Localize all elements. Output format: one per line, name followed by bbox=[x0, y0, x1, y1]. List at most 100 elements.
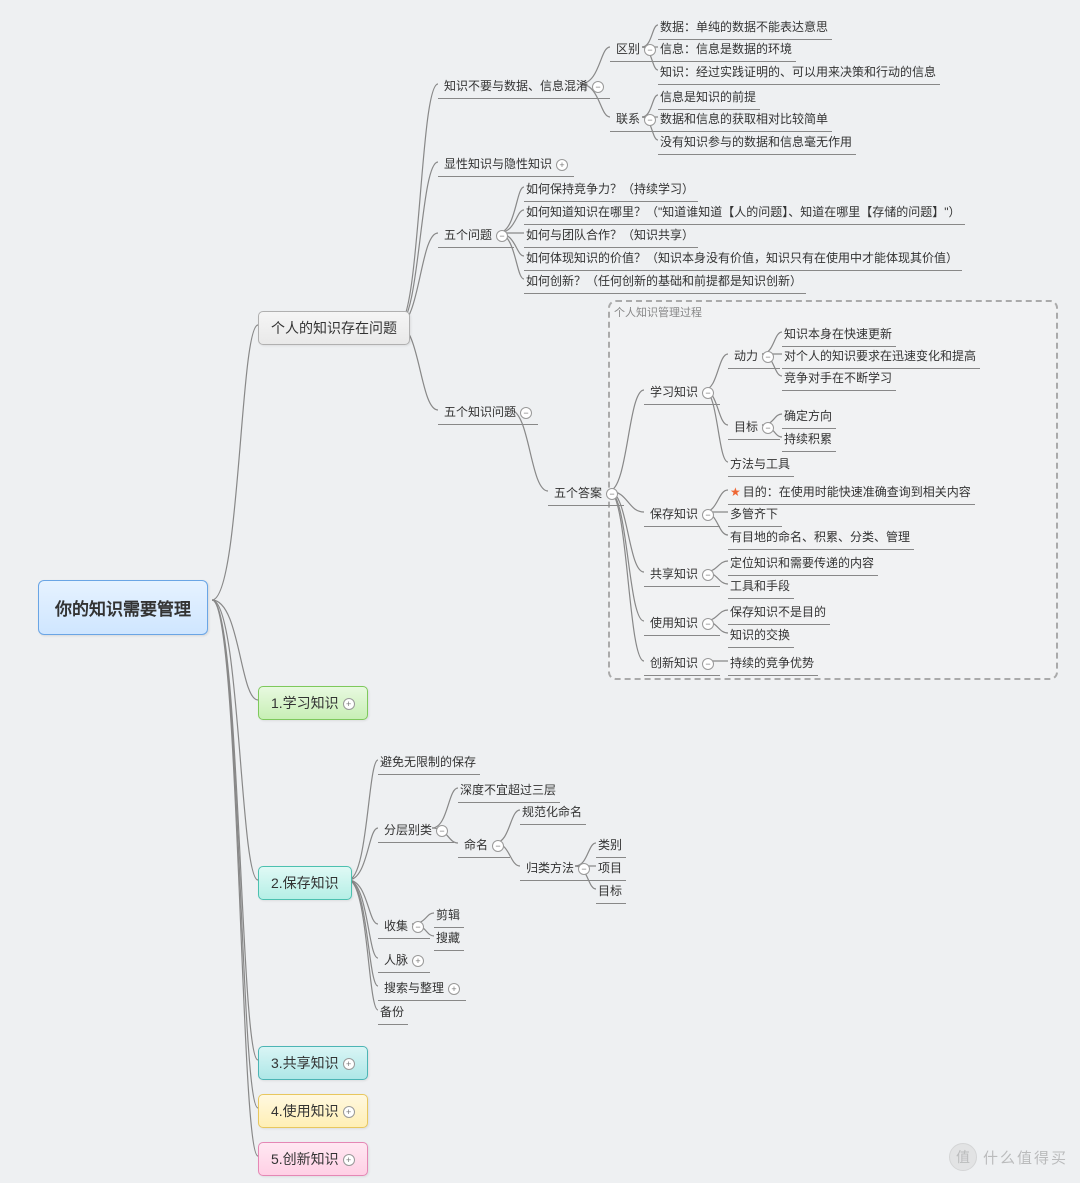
collapse-icon[interactable]: − bbox=[644, 44, 656, 56]
collapse-icon[interactable]: − bbox=[702, 618, 714, 630]
leaf-i1: 持续的竞争优势 bbox=[728, 652, 818, 676]
leaf-u1: 保存知识不是目的 bbox=[728, 601, 830, 625]
leaf-proj: 项目 bbox=[596, 857, 626, 881]
node-five-knowledge-problems[interactable]: 五个知识问题− bbox=[438, 401, 538, 425]
branch-share[interactable]: 3.共享知识+ bbox=[258, 1046, 368, 1080]
leaf-rel-1: 信息是知识的前提 bbox=[658, 86, 760, 110]
collapse-icon[interactable]: − bbox=[436, 825, 448, 837]
leaf-sh2: 工具和手段 bbox=[728, 575, 794, 599]
leaf-q3: 如何与团队合作？（知识共享） bbox=[524, 224, 698, 248]
branch-use[interactable]: 4.使用知识 + bbox=[258, 1094, 368, 1128]
boundary-label: 个人知识管理过程 bbox=[614, 304, 702, 320]
leaf-s3: 有目地的命名、积累、分类、管理 bbox=[728, 526, 914, 550]
label: 显性知识与隐性知识 bbox=[444, 157, 552, 171]
collapse-icon[interactable]: − bbox=[592, 81, 604, 93]
label: 归类方法 bbox=[526, 861, 574, 875]
leaf-fangfa: 方法与工具 bbox=[728, 453, 794, 477]
label: 五个答案 bbox=[554, 486, 602, 500]
leaf-d2: 对个人的知识要求在迅速变化和提高 bbox=[782, 345, 980, 369]
label: 使用知识 bbox=[650, 616, 698, 630]
expand-icon[interactable]: + bbox=[556, 159, 568, 171]
leaf-fav: 搜藏 bbox=[434, 927, 464, 951]
watermark-text: 什么值得买 bbox=[983, 1147, 1068, 1168]
label: 五个问题 bbox=[444, 228, 492, 242]
label: 5.创新知识 bbox=[271, 1151, 339, 1167]
node-ans-innovate[interactable]: 创新知识− bbox=[644, 652, 720, 676]
label: 知识不要与数据、信息混淆 bbox=[444, 79, 588, 93]
collapse-icon[interactable]: − bbox=[412, 921, 424, 933]
label: 动力 bbox=[734, 349, 758, 363]
node-search[interactable]: 搜索与整理 + bbox=[378, 977, 466, 1001]
collapse-icon[interactable]: − bbox=[702, 387, 714, 399]
collapse-icon[interactable]: − bbox=[702, 658, 714, 670]
collapse-icon[interactable]: − bbox=[496, 230, 508, 242]
branch-innovate[interactable]: 5.创新知识 + bbox=[258, 1142, 368, 1176]
node-people[interactable]: 人脉 + bbox=[378, 949, 430, 973]
node-diff[interactable]: 区别− bbox=[610, 38, 662, 62]
expand-icon[interactable]: + bbox=[343, 1058, 355, 1070]
leaf-diff-info: 信息：信息是数据的环境 bbox=[658, 38, 796, 62]
leaf-diff-data: 数据：单纯的数据不能表达意思 bbox=[658, 16, 832, 40]
node-collect[interactable]: 收集− bbox=[378, 915, 430, 939]
label: 共享知识 bbox=[650, 567, 698, 581]
collapse-icon[interactable]: − bbox=[702, 569, 714, 581]
expand-icon[interactable]: + bbox=[343, 1154, 355, 1166]
expand-icon[interactable]: + bbox=[448, 983, 460, 995]
expand-icon[interactable]: + bbox=[343, 698, 355, 710]
leaf-goal: 目标 bbox=[596, 880, 626, 904]
node-confuse[interactable]: 知识不要与数据、信息混淆− bbox=[438, 75, 610, 99]
label: 个人的知识存在问题 bbox=[271, 320, 397, 336]
label: 学习知识 bbox=[650, 385, 698, 399]
node-five-questions[interactable]: 五个问题− bbox=[438, 224, 514, 248]
node-method[interactable]: 归类方法− bbox=[520, 857, 596, 881]
leaf-q1: 如何保持竞争力？（持续学习） bbox=[524, 178, 698, 202]
label: 分层别类 bbox=[384, 823, 432, 837]
node-ans-learn[interactable]: 学习知识− bbox=[644, 381, 720, 405]
watermark: 值 什么值得买 bbox=[949, 1143, 1068, 1171]
leaf-sh1: 定位知识和需要传递的内容 bbox=[728, 552, 878, 576]
collapse-icon[interactable]: − bbox=[702, 509, 714, 521]
collapse-icon[interactable]: − bbox=[606, 488, 618, 500]
collapse-icon[interactable]: − bbox=[520, 407, 532, 419]
node-rel[interactable]: 联系− bbox=[610, 108, 662, 132]
label: 收集 bbox=[384, 919, 408, 933]
collapse-icon[interactable]: − bbox=[762, 351, 774, 363]
leaf-clip: 剪辑 bbox=[434, 904, 464, 928]
branch-learn[interactable]: 1.学习知识 + bbox=[258, 686, 368, 720]
leaf-cat: 类别 bbox=[596, 834, 626, 858]
node-ans-save[interactable]: 保存知识− bbox=[644, 503, 720, 527]
star-icon: ★ bbox=[730, 485, 741, 499]
leaf-d3: 竞争对手在不断学习 bbox=[782, 367, 896, 391]
branch-personal-problems[interactable]: 个人的知识存在问题 bbox=[258, 311, 410, 345]
collapse-icon[interactable]: − bbox=[492, 840, 504, 852]
leaf-std-naming: 规范化命名 bbox=[520, 801, 586, 825]
node-ans-share[interactable]: 共享知识− bbox=[644, 563, 720, 587]
label: 1.学习知识 bbox=[271, 695, 339, 711]
node-five-answers[interactable]: 五个答案− bbox=[548, 482, 624, 506]
node-layer[interactable]: 分层别类− bbox=[378, 819, 454, 843]
expand-icon[interactable]: + bbox=[343, 1106, 355, 1118]
label: 目标 bbox=[734, 420, 758, 434]
leaf-avoid: 避免无限制的保存 bbox=[378, 751, 480, 775]
node-dongli[interactable]: 动力− bbox=[728, 345, 780, 369]
label: 2.保存知识 bbox=[271, 875, 339, 891]
leaf-rel-2: 数据和信息的获取相对比较简单 bbox=[658, 108, 832, 132]
node-ans-use[interactable]: 使用知识− bbox=[644, 612, 720, 636]
label: 4.使用知识 bbox=[271, 1103, 339, 1119]
node-explicit[interactable]: 显性知识与隐性知识 + bbox=[438, 153, 574, 177]
branch-save[interactable]: 2.保存知识 bbox=[258, 866, 352, 900]
label: 搜索与整理 bbox=[384, 981, 444, 995]
label: 创新知识 bbox=[650, 656, 698, 670]
collapse-icon[interactable]: − bbox=[644, 114, 656, 126]
label: 命名 bbox=[464, 838, 488, 852]
collapse-icon[interactable]: − bbox=[762, 422, 774, 434]
label: 人脉 bbox=[384, 953, 408, 967]
collapse-icon[interactable]: − bbox=[578, 863, 590, 875]
root-node[interactable]: 你的知识需要管理 bbox=[38, 580, 208, 635]
leaf-rel-3: 没有知识参与的数据和信息毫无作用 bbox=[658, 131, 856, 155]
node-naming[interactable]: 命名− bbox=[458, 834, 510, 858]
node-mubiao[interactable]: 目标− bbox=[728, 416, 780, 440]
leaf-q2: 如何知道知识在哪里？（"知道谁知道【人的问题】、知道在哪里【存储的问题】"） bbox=[524, 201, 965, 225]
expand-icon[interactable]: + bbox=[412, 955, 424, 967]
leaf-q5: 如何创新？（任何创新的基础和前提都是知识创新） bbox=[524, 270, 806, 294]
